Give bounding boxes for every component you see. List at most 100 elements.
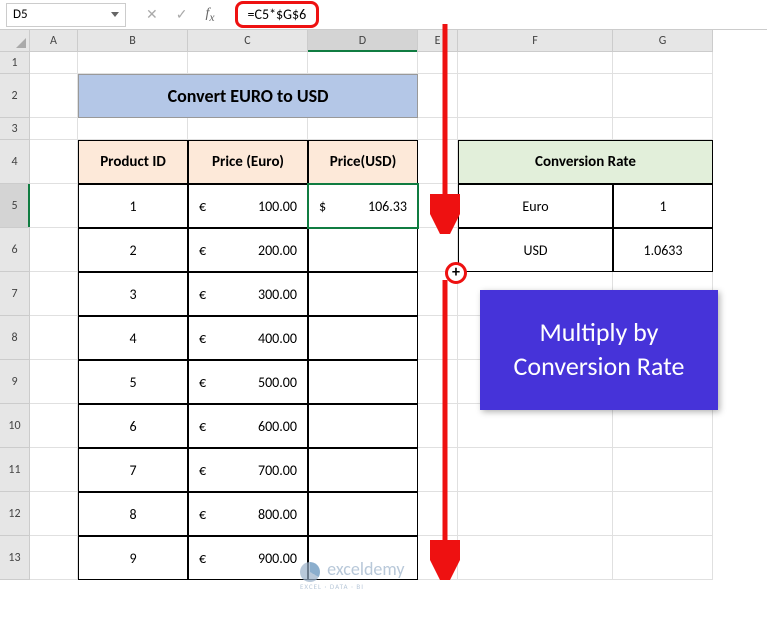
- row-header-1[interactable]: 1: [0, 52, 30, 74]
- table-row[interactable]: [308, 360, 418, 404]
- cell[interactable]: [418, 140, 458, 184]
- table-row[interactable]: [308, 228, 418, 272]
- cell[interactable]: [458, 492, 613, 536]
- conv-value[interactable]: 1: [613, 184, 713, 228]
- row-header-3[interactable]: 3: [0, 118, 30, 140]
- table-row[interactable]: €300.00: [188, 272, 308, 316]
- cell[interactable]: [30, 316, 78, 360]
- cell[interactable]: [418, 316, 458, 360]
- title-cell[interactable]: Convert EURO to USD: [78, 74, 418, 118]
- cell[interactable]: [78, 52, 188, 74]
- cell[interactable]: [30, 272, 78, 316]
- table-header[interactable]: Price(USD): [308, 140, 418, 184]
- row-header-9[interactable]: 9: [0, 360, 30, 404]
- col-header-B[interactable]: B: [78, 30, 188, 52]
- cell[interactable]: [613, 118, 713, 140]
- cell[interactable]: [30, 140, 78, 184]
- cell[interactable]: [188, 52, 308, 74]
- table-header[interactable]: Product ID: [78, 140, 188, 184]
- cell[interactable]: [418, 536, 458, 580]
- col-header-E[interactable]: E: [418, 30, 458, 52]
- cell[interactable]: [418, 492, 458, 536]
- cell[interactable]: [308, 118, 418, 140]
- cell[interactable]: [418, 184, 458, 228]
- row-header-12[interactable]: 12: [0, 492, 30, 536]
- table-row[interactable]: €500.00: [188, 360, 308, 404]
- table-row[interactable]: €800.00: [188, 492, 308, 536]
- row-header-11[interactable]: 11: [0, 448, 30, 492]
- table-row[interactable]: 5: [78, 360, 188, 404]
- table-row[interactable]: [308, 492, 418, 536]
- cell[interactable]: [418, 74, 458, 118]
- table-row[interactable]: [308, 272, 418, 316]
- cell[interactable]: [458, 52, 613, 74]
- cell[interactable]: [458, 404, 613, 448]
- fx-icon[interactable]: fx: [205, 6, 214, 24]
- row-header-13[interactable]: 13: [0, 536, 30, 580]
- formula-input[interactable]: =C5*$G$6: [229, 4, 326, 25]
- col-header-G[interactable]: G: [613, 30, 713, 52]
- cell[interactable]: [418, 52, 458, 74]
- row-header-7[interactable]: 7: [0, 272, 30, 316]
- cell[interactable]: [418, 360, 458, 404]
- table-row[interactable]: 6: [78, 404, 188, 448]
- fill-handle-icon[interactable]: +: [445, 262, 467, 284]
- conv-label[interactable]: USD: [458, 228, 613, 272]
- table-row[interactable]: €900.00: [188, 536, 308, 580]
- cell[interactable]: [418, 404, 458, 448]
- cell[interactable]: [30, 184, 78, 228]
- cell[interactable]: [458, 536, 613, 580]
- cell[interactable]: [78, 118, 188, 140]
- cell[interactable]: [30, 118, 78, 140]
- table-row[interactable]: 4: [78, 316, 188, 360]
- table-header[interactable]: Price (Euro): [188, 140, 308, 184]
- cell[interactable]: [418, 448, 458, 492]
- col-header-D[interactable]: D: [308, 30, 418, 52]
- table-row[interactable]: 2: [78, 228, 188, 272]
- col-header-C[interactable]: C: [188, 30, 308, 52]
- cell[interactable]: [30, 360, 78, 404]
- chevron-down-icon[interactable]: [111, 12, 119, 17]
- cell[interactable]: [458, 118, 613, 140]
- table-row[interactable]: €700.00: [188, 448, 308, 492]
- conv-value[interactable]: 1.0633: [613, 228, 713, 272]
- cell[interactable]: [30, 74, 78, 118]
- col-header-F[interactable]: F: [458, 30, 613, 52]
- cell[interactable]: [30, 228, 78, 272]
- table-row[interactable]: €400.00: [188, 316, 308, 360]
- cell[interactable]: [188, 118, 308, 140]
- row-header-10[interactable]: 10: [0, 404, 30, 448]
- cell[interactable]: [458, 448, 613, 492]
- confirm-icon[interactable]: ✓: [176, 6, 188, 23]
- row-header-2[interactable]: 2: [0, 74, 30, 118]
- table-row[interactable]: 9: [78, 536, 188, 580]
- cell[interactable]: [30, 448, 78, 492]
- cell[interactable]: [418, 118, 458, 140]
- cell[interactable]: [30, 404, 78, 448]
- table-row[interactable]: 1: [78, 184, 188, 228]
- selected-cell[interactable]: $106.33: [308, 184, 418, 228]
- cell[interactable]: [613, 492, 713, 536]
- cell[interactable]: [613, 536, 713, 580]
- name-box[interactable]: D5: [6, 3, 126, 27]
- cancel-icon[interactable]: ✕: [146, 6, 158, 23]
- cell[interactable]: [613, 448, 713, 492]
- conv-label[interactable]: Euro: [458, 184, 613, 228]
- table-row[interactable]: 3: [78, 272, 188, 316]
- col-header-A[interactable]: A: [30, 30, 78, 52]
- select-all-corner[interactable]: [0, 30, 30, 52]
- table-row[interactable]: 8: [78, 492, 188, 536]
- cell[interactable]: [613, 74, 713, 118]
- table-row[interactable]: 7: [78, 448, 188, 492]
- row-header-5[interactable]: 5: [0, 184, 30, 228]
- conv-header[interactable]: Conversion Rate: [458, 140, 713, 184]
- row-header-8[interactable]: 8: [0, 316, 30, 360]
- cell[interactable]: [308, 52, 418, 74]
- table-row[interactable]: [308, 316, 418, 360]
- cell[interactable]: [613, 52, 713, 74]
- row-header-6[interactable]: 6: [0, 228, 30, 272]
- row-header-4[interactable]: 4: [0, 140, 30, 184]
- cell[interactable]: [30, 536, 78, 580]
- table-row[interactable]: €200.00: [188, 228, 308, 272]
- cell[interactable]: [30, 492, 78, 536]
